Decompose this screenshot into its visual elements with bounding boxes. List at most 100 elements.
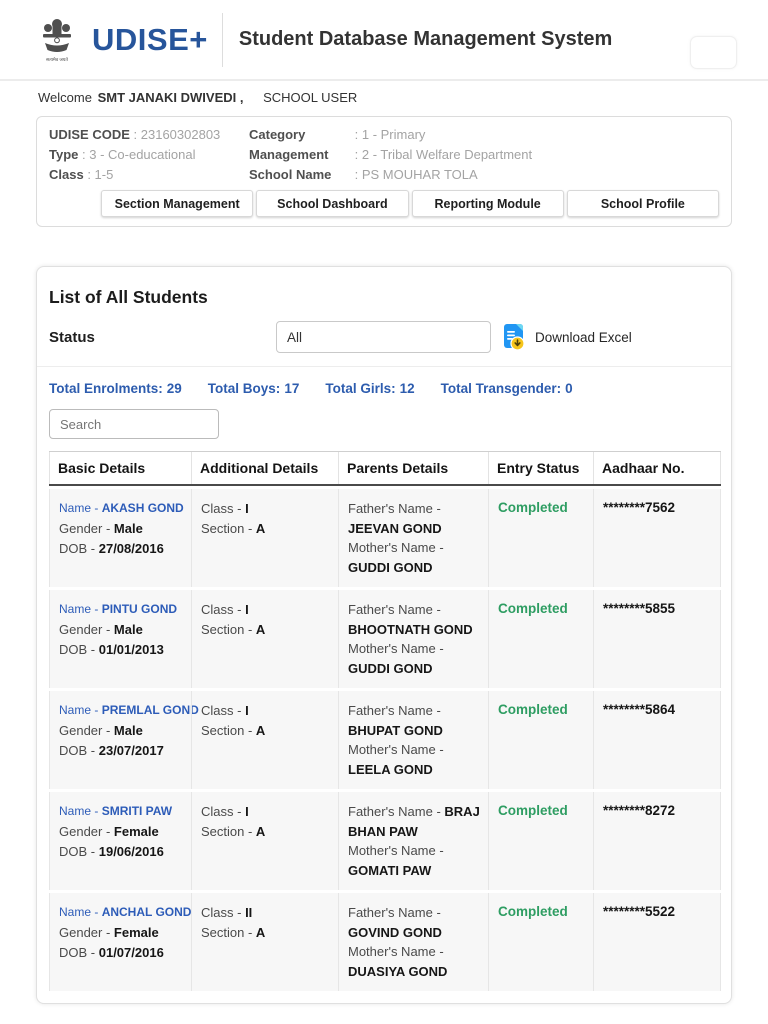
aadhaar-cell: ********5855: [593, 590, 721, 688]
student-name-link[interactable]: AKASH GOND: [102, 501, 184, 515]
parents-details-cell: Father's Name - GOVIND GOND Mother's Nam…: [338, 893, 488, 991]
welcome-prefix: Welcome: [38, 90, 92, 105]
total-girls: Total Girls:12: [325, 381, 418, 396]
table-row: Name - AKASH GOND Gender - Male DOB - 27…: [49, 489, 721, 587]
school-info-right-column: Category : 1 - Primary Management : 2 - …: [249, 125, 719, 185]
nav-button-row: Section Management School Dashboard Repo…: [101, 190, 719, 217]
student-gender: Gender - Male: [59, 620, 183, 640]
total-enrolments: Total Enrolments:29: [49, 381, 186, 396]
type-field: Type : 3 - Co-educational: [49, 145, 249, 165]
student-class: Class - I: [201, 802, 330, 822]
name-label: Name -: [59, 703, 102, 717]
table-row: Name - PINTU GOND Gender - Male DOB - 01…: [49, 590, 721, 688]
student-gender: Gender - Female: [59, 923, 183, 943]
mother-label: Mother's Name -: [348, 944, 444, 959]
class-label: Class -: [201, 804, 245, 819]
download-excel-label: Download Excel: [535, 330, 632, 345]
entry-status-cell: Completed: [488, 590, 593, 688]
status-badge: Completed: [498, 904, 568, 919]
basic-details-cell: Name - ANCHAL GOND Gender - Female DOB -…: [49, 893, 191, 991]
parents-details-cell: Father's Name - JEEVAN GOND Mother's Nam…: [338, 489, 488, 587]
section-label: Section -: [201, 521, 256, 536]
student-name-link[interactable]: PREMLAL GOND: [102, 703, 199, 717]
basic-details-cell: Name - SMRITI PAW Gender - Female DOB - …: [49, 792, 191, 890]
entry-status-cell: Completed: [488, 792, 593, 890]
mother-label: Mother's Name -: [348, 843, 444, 858]
nav-button-section-management[interactable]: Section Management: [101, 190, 253, 217]
aadhaar-cell: ********5522: [593, 893, 721, 991]
student-class: Class - I: [201, 701, 330, 721]
class-value: I: [245, 602, 249, 617]
student-gender: Gender - Female: [59, 822, 183, 842]
student-name-link[interactable]: ANCHAL GOND: [102, 905, 192, 919]
user-name: SMT JANAKI DWIVEDI ,: [98, 90, 244, 105]
student-name: Name - ANCHAL GOND: [59, 903, 183, 921]
basic-details-cell: Name - AKASH GOND Gender - Male DOB - 27…: [49, 489, 191, 587]
mother-name: Mother's Name - DUASIYA GOND: [348, 942, 480, 981]
table-header-entry-status: Entry Status: [488, 452, 593, 484]
school-name-field: School Name : PS MOUHAR TOLA: [249, 165, 719, 185]
aadhaar-cell: ********8272: [593, 792, 721, 890]
school-name-value: : PS MOUHAR TOLA: [355, 167, 478, 182]
student-gender: Gender - Male: [59, 519, 183, 539]
father-value: BHUPAT GOND: [348, 723, 443, 738]
student-name-link[interactable]: SMRITI PAW: [102, 804, 172, 818]
basic-details-cell: Name - PREMLAL GOND Gender - Male DOB - …: [49, 691, 191, 789]
student-class: Class - II: [201, 903, 330, 923]
table-header-additional-details: Additional Details: [191, 452, 338, 484]
section-value: A: [256, 824, 265, 839]
father-name: Father's Name - GOVIND GOND: [348, 903, 480, 942]
management-field: Management : 2 - Tribal Welfare Departme…: [249, 145, 719, 165]
name-label: Name -: [59, 804, 102, 818]
gender-label: Gender -: [59, 824, 114, 839]
table-header-row: Basic Details Additional Details Parents…: [49, 451, 721, 486]
father-label: Father's Name -: [348, 804, 444, 819]
father-value: JEEVAN GOND: [348, 521, 442, 536]
table-row: Name - PREMLAL GOND Gender - Male DOB - …: [49, 691, 721, 789]
dob-label: DOB -: [59, 541, 99, 556]
status-badge: Completed: [498, 702, 568, 717]
emblem-caption: सत्यमेव जयते: [38, 57, 76, 63]
table-row: Name - ANCHAL GOND Gender - Female DOB -…: [49, 893, 721, 991]
father-value: BHOOTNATH GOND: [348, 622, 473, 637]
app-title: Student Database Management System: [239, 28, 612, 51]
nav-button-reporting-module[interactable]: Reporting Module: [412, 190, 564, 217]
father-name: Father's Name - JEEVAN GOND: [348, 499, 480, 538]
student-name: Name - PINTU GOND: [59, 600, 183, 618]
class-value: I: [245, 703, 249, 718]
status-badge: Completed: [498, 500, 568, 515]
download-excel-button[interactable]: Download Excel: [501, 323, 632, 351]
student-class: Class - I: [201, 600, 330, 620]
total-enrolments-value: 29: [167, 381, 182, 396]
student-dob: DOB - 19/06/2016: [59, 842, 183, 862]
type-label: Type: [49, 147, 78, 162]
total-girls-value: 12: [400, 381, 415, 396]
search-input[interactable]: [49, 409, 219, 439]
table-row: Name - SMRITI PAW Gender - Female DOB - …: [49, 792, 721, 890]
dob-label: DOB -: [59, 642, 99, 657]
student-dob: DOB - 01/01/2013: [59, 640, 183, 660]
student-section: Section - A: [201, 822, 330, 842]
additional-details-cell: Class - I Section - A: [191, 792, 338, 890]
welcome-bar: Welcome SMT JANAKI DWIVEDI , SCHOOL USER: [0, 81, 768, 113]
nav-button-school-profile[interactable]: School Profile: [567, 190, 719, 217]
student-section: Section - A: [201, 923, 330, 943]
additional-details-cell: Class - I Section - A: [191, 590, 338, 688]
nav-button-school-dashboard[interactable]: School Dashboard: [256, 190, 408, 217]
additional-details-cell: Class - II Section - A: [191, 893, 338, 991]
father-name: Father's Name - BHOOTNATH GOND: [348, 600, 480, 639]
status-label: Status: [49, 329, 276, 346]
header-menu-button[interactable]: [690, 36, 737, 69]
section-value: A: [256, 723, 265, 738]
table-header-aadhaar-no: Aadhaar No.: [593, 452, 721, 484]
aadhaar-value: ********5864: [603, 702, 675, 717]
class-field: Class : 1-5: [49, 165, 249, 185]
management-label: Management: [249, 145, 351, 165]
status-select[interactable]: All: [276, 321, 491, 353]
student-name-link[interactable]: PINTU GOND: [102, 602, 177, 616]
udise-code-field: UDISE CODE : 23160302803: [49, 125, 249, 145]
students-table: Basic Details Additional Details Parents…: [49, 451, 721, 991]
class-value: I: [245, 501, 249, 516]
class-label: Class -: [201, 703, 245, 718]
gender-value: Female: [114, 925, 159, 940]
